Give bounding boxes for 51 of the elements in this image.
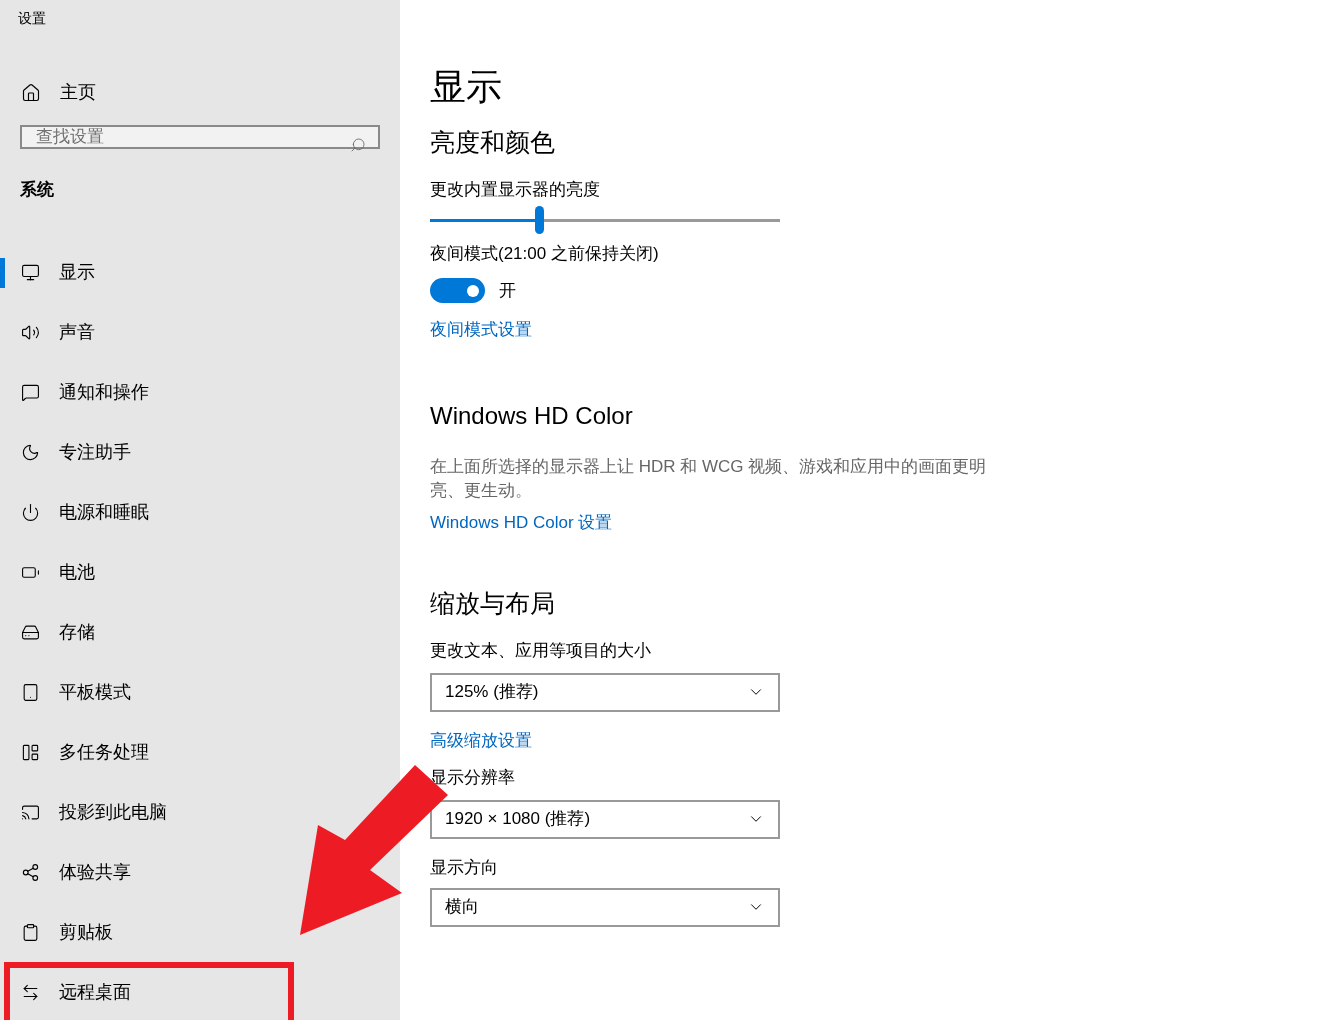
search-field[interactable]: 查找设置 [20,125,380,149]
drive-icon [21,623,40,642]
dropdown[interactable]: 横向 [430,887,780,927]
clipboard-icon [21,923,40,942]
moon-icon [21,443,40,462]
cast-icon [21,803,40,822]
sidebar-item[interactable]: 电池 [0,542,103,603]
layout-icon [21,743,40,762]
hd-color-description: 在上面所选择的显示器上让 HDR 和 WCG 视频、游戏和应用中的画面更明亮、更生动。 [430,455,988,502]
section-heading: Windows HD Color [430,400,634,431]
sidebar-item[interactable]: 电源和睡眠 [0,482,157,543]
slider-thumb[interactable] [534,206,544,234]
message-icon [21,383,40,402]
sidebar-item[interactable]: 体验共享 [0,842,139,903]
home-icon [21,82,41,103]
sidebar-item[interactable]: 投影到此电脑 [0,782,175,843]
dropdown[interactable]: 1920 × 1080 (推荐) [430,799,780,839]
monitor-icon [21,263,40,282]
size-label: 更改文本、应用等项目的大小 [430,639,652,662]
toggle-switch[interactable] [430,278,485,304]
night-mode-label: 夜间模式(21:00 之前保持关闭) [430,243,660,265]
section-heading: 系统 [20,179,54,201]
window-title: 设置 [18,9,46,27]
sidebar-item[interactable]: 声音 [0,302,103,363]
search-icon [350,137,366,153]
hd-color-link[interactable]: Windows HD Color 设置 [430,510,613,535]
sidebar-item[interactable]: 剪贴板 [0,902,121,963]
sidebar-item[interactable]: 专注助手 [0,422,139,483]
sidebar-item[interactable]: 平板模式 [0,662,139,723]
home-item[interactable]: 主页 [0,79,400,106]
speaker-icon [21,323,40,342]
section-heading: 缩放与布局 [430,587,556,619]
network-icon [21,863,40,882]
sidebar-item[interactable]: 多任务处理 [0,722,157,783]
sidebar-item[interactable]: 存储 [0,602,103,663]
advanced-scaling-link[interactable]: 高级缩放设置 [430,728,532,753]
section-heading: 亮度和颜色 [430,127,556,158]
power-icon [21,503,40,522]
resolution-label: 显示分辨率 [430,766,516,789]
dropdown[interactable]: 125% (推荐) [430,672,780,712]
tablet-icon [21,683,40,702]
toggle-state: 开 [499,280,516,302]
sidebar-item[interactable]: 通知和操作 [0,362,157,423]
night-mode-link[interactable]: 夜间模式设置 [430,317,532,342]
arrows-icon [21,983,40,1002]
brightness-slider[interactable] [430,208,780,232]
page-title: 显示 [430,65,503,109]
sidebar-item[interactable]: 远程桌面 [0,962,139,1020]
slider-label: 更改内置显示器的亮度 [430,179,601,201]
orientation-label: 显示方向 [430,856,499,879]
selection-indicator [0,257,5,288]
